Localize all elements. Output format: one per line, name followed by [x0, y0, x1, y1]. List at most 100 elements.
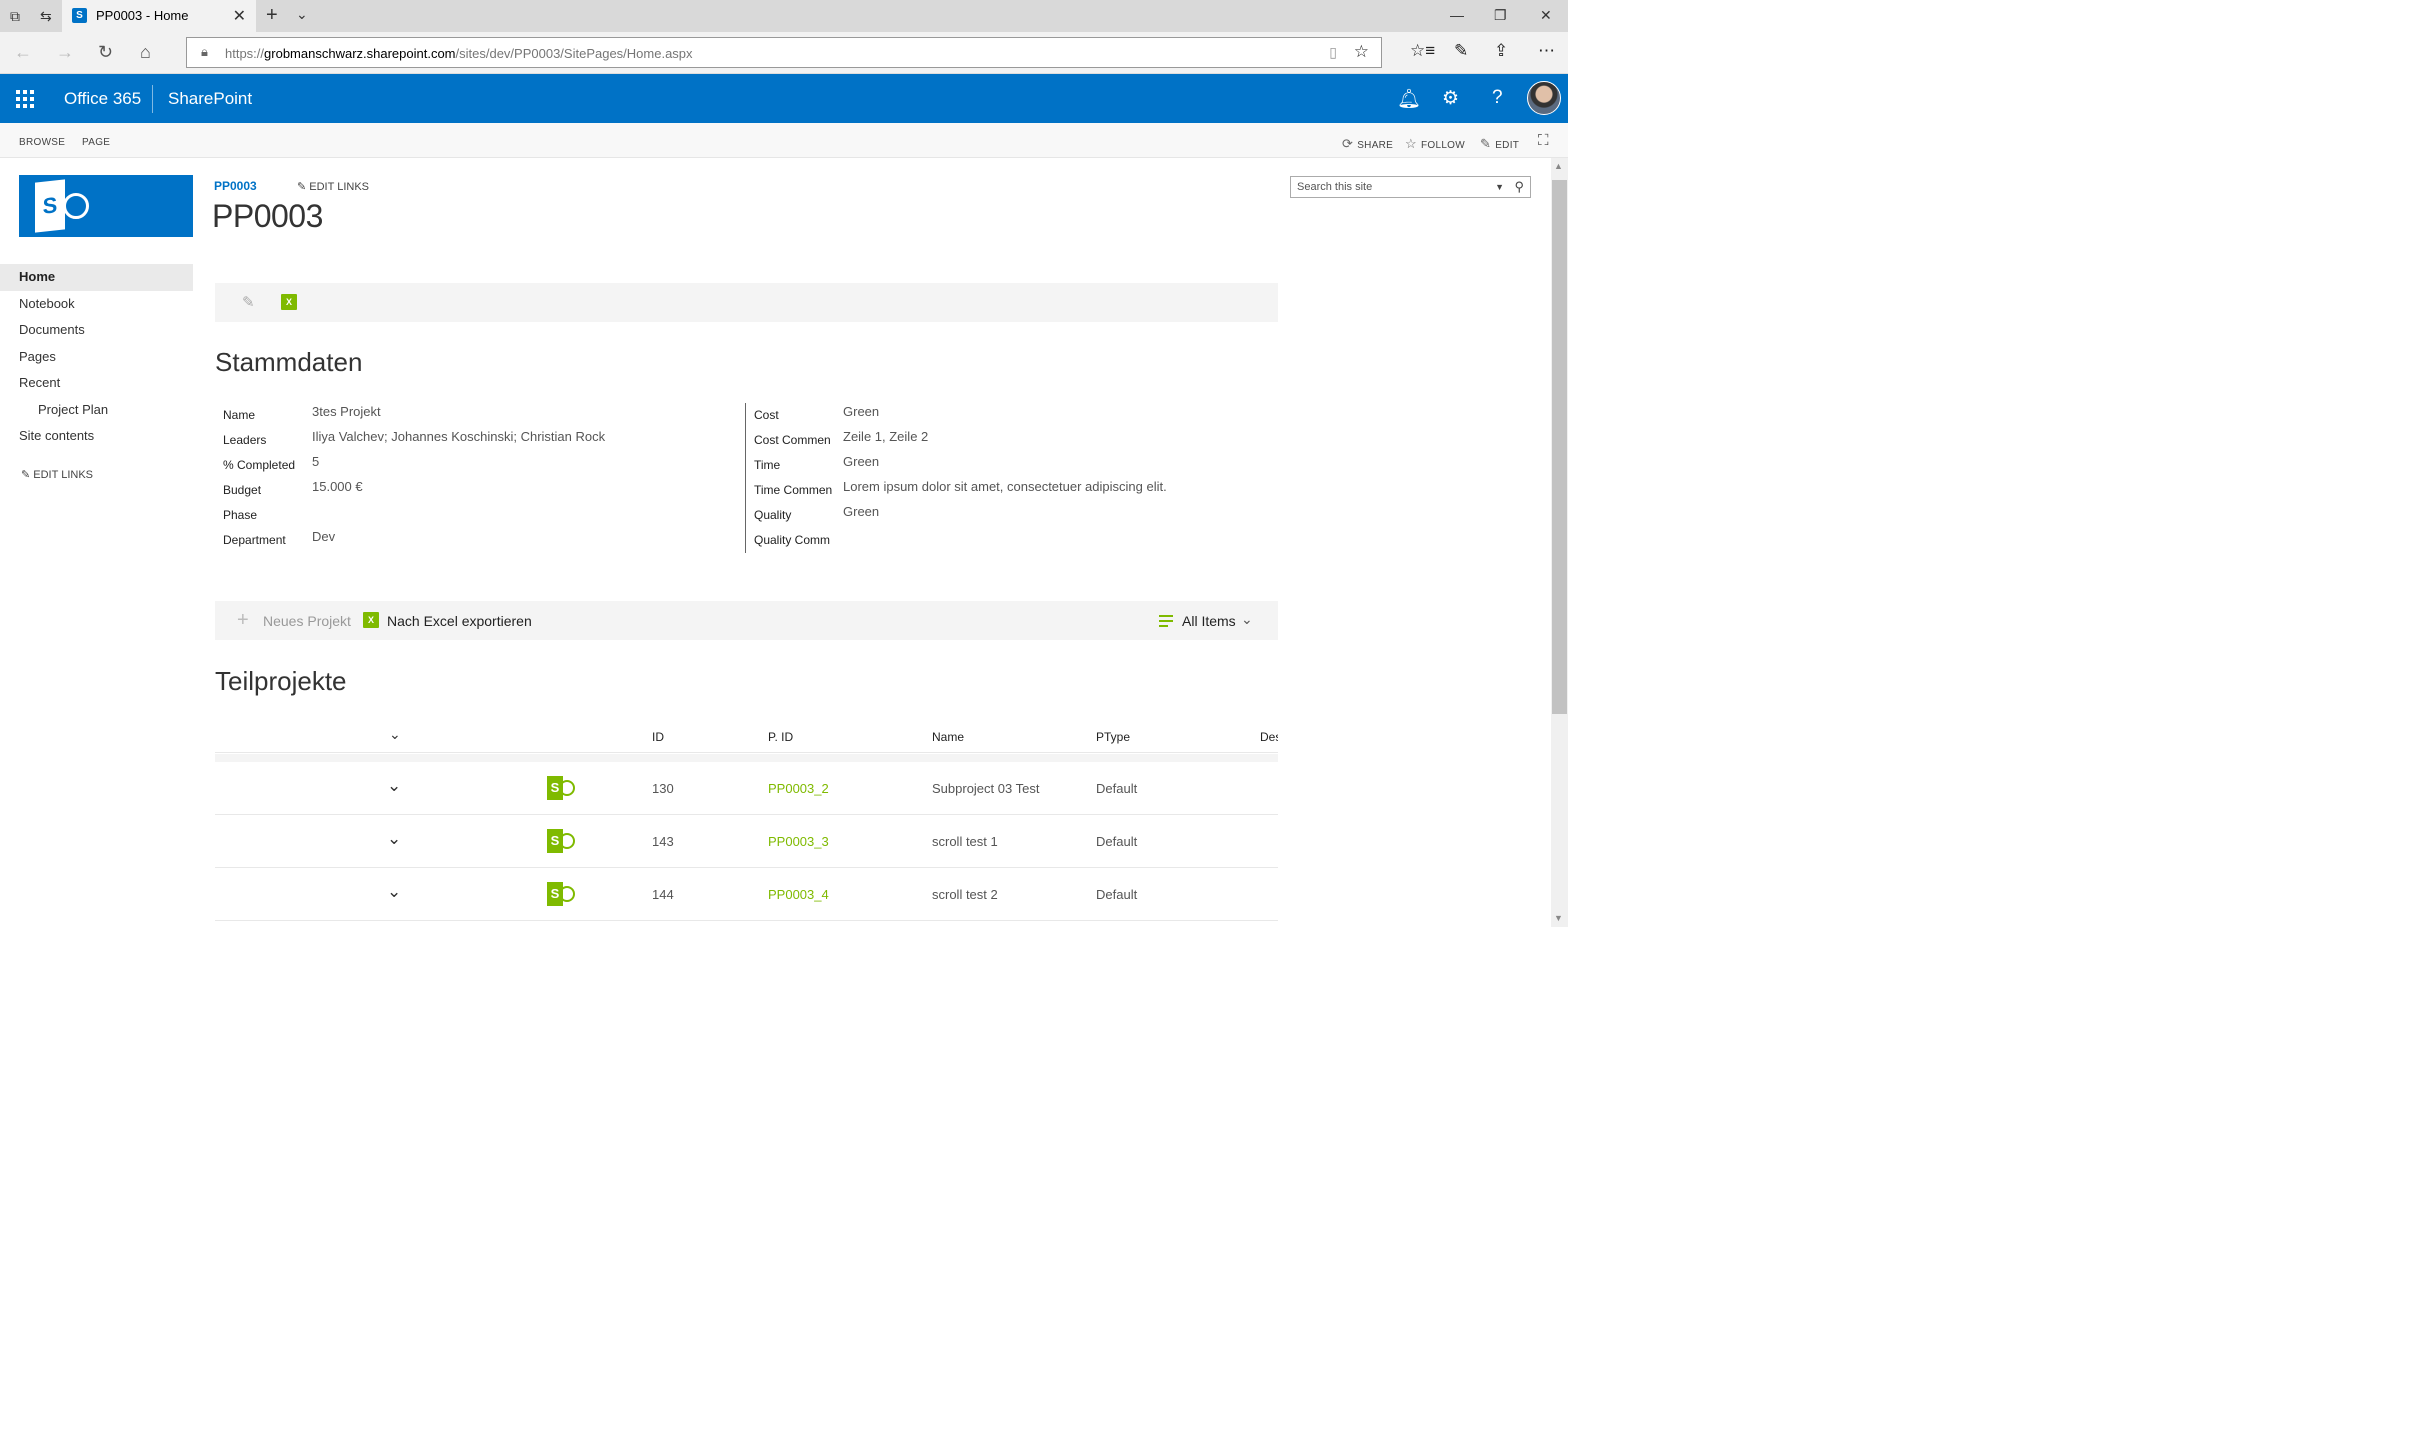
teilprojekte-heading: Teilprojekte — [215, 666, 347, 696]
table-row[interactable]: ⌄ S 130 PP0003_2 Subproject 03 Test Defa… — [215, 762, 1278, 815]
add-icon[interactable]: + — [237, 609, 249, 632]
expand-row-chevron-icon[interactable]: ⌄ — [387, 776, 401, 796]
column-header-id[interactable]: ID — [652, 730, 664, 744]
column-divider — [745, 403, 746, 553]
view-selector[interactable]: All Items — [1182, 613, 1236, 629]
favorite-star-icon[interactable]: ☆ — [1354, 42, 1369, 62]
nav-item-pages[interactable]: Pages — [0, 344, 193, 371]
field-value: Green — [843, 404, 880, 419]
office365-brand[interactable]: Office 365 — [64, 89, 141, 109]
new-tab-icon[interactable]: + — [266, 4, 278, 27]
column-header-pid[interactable]: P. ID — [768, 730, 793, 744]
field-value: Zeile 1, Zeile 2 — [843, 429, 929, 444]
suite-separator — [152, 85, 153, 113]
restore-icon[interactable]: ❐ — [1494, 7, 1507, 24]
share-page-icon[interactable]: ⇪ — [1494, 41, 1508, 61]
cell-name: Subproject 03 Test — [932, 781, 1040, 796]
search-box[interactable]: Search this site ▼ ⚲ — [1290, 176, 1531, 198]
browser-tab[interactable]: S PP0003 - Home ✕ — [62, 0, 256, 32]
tab-preview-icon[interactable]: ⇆ — [40, 8, 56, 24]
field-value: 15.000 € — [312, 479, 363, 494]
expand-row-chevron-icon[interactable]: ⌄ — [387, 829, 401, 849]
favorites-hub-icon[interactable]: ☆≡ — [1410, 41, 1435, 61]
more-icon[interactable]: ⋯ — [1538, 41, 1555, 61]
close-window-icon[interactable]: ✕ — [1540, 7, 1552, 24]
minimize-icon[interactable]: — — [1450, 7, 1464, 23]
expand-row-chevron-icon[interactable]: ⌄ — [387, 882, 401, 902]
table-row[interactable]: ⌄ S 144 PP0003_4 scroll test 2 Default — [215, 868, 1278, 921]
notifications-bell-icon[interactable]: 🔔︎ — [1397, 87, 1421, 111]
chevron-down-icon[interactable]: ⌄ — [1241, 611, 1253, 628]
home-icon[interactable]: ⌂ — [140, 42, 151, 63]
nav-item-notebook[interactable]: Notebook — [0, 291, 193, 318]
follow-button[interactable]: ☆ FOLLOW — [1405, 136, 1465, 152]
cell-id: 144 — [652, 887, 674, 902]
column-header-ptype[interactable]: PType — [1096, 730, 1130, 744]
field-value: 3tes Projekt — [312, 404, 381, 419]
search-scope-dropdown-icon[interactable]: ▼ — [1495, 182, 1504, 192]
address-bar[interactable]: 🔒︎ https://grobmanschwarz.sharepoint.com… — [186, 37, 1382, 68]
settings-gear-icon[interactable]: ⚙ — [1442, 87, 1459, 110]
field-label: Cost — [754, 408, 779, 422]
cell-id: 130 — [652, 781, 674, 796]
field-label: Time Commen — [754, 483, 833, 497]
export-excel-button[interactable]: Nach Excel exportieren — [387, 613, 532, 629]
list-toolbar: + Neues Projekt X Nach Excel exportieren… — [215, 601, 1278, 640]
top-edit-links[interactable]: ✎ EDIT LINKS — [297, 180, 369, 193]
field-value: Green — [843, 454, 880, 469]
site-logo[interactable]: S — [19, 175, 193, 237]
tab-page[interactable]: PAGE — [82, 137, 110, 148]
forward-icon[interactable]: → — [56, 42, 74, 63]
refresh-icon[interactable]: ↻ — [98, 42, 113, 63]
column-header-name[interactable]: Name — [932, 730, 964, 744]
tab-browse[interactable]: BROWSE — [19, 137, 65, 148]
tab-set-aside-icon[interactable]: ⧉ — [10, 8, 26, 24]
edit-button[interactable]: ✎ EDIT — [1480, 136, 1519, 152]
page-title: PP0003 — [212, 198, 323, 234]
search-icon[interactable]: ⚲ — [1514, 179, 1524, 195]
column-header-description[interactable]: Des — [1260, 730, 1278, 744]
cell-pid-link[interactable]: PP0003_4 — [768, 887, 829, 902]
sharepoint-app-link[interactable]: SharePoint — [168, 89, 252, 109]
nav-item-recent[interactable]: Recent — [0, 370, 193, 397]
table-row[interactable]: ⌄ S 143 PP0003_3 scroll test 1 Default — [215, 815, 1278, 868]
excel-icon: X — [363, 612, 379, 628]
nav-edit-links[interactable]: ✎ EDIT LINKS — [21, 468, 93, 481]
new-project-button[interactable]: Neues Projekt — [263, 613, 351, 629]
share-button[interactable]: ⟳ SHARE — [1342, 136, 1393, 152]
field-value: Lorem ipsum dolor sit amet, consectetuer… — [843, 479, 1167, 494]
pencil-icon: ✎ — [21, 469, 31, 481]
tab-list-chevron-icon[interactable]: ⌄ — [296, 6, 308, 23]
close-tab-icon[interactable]: ✕ — [233, 6, 246, 26]
field-value: Dev — [312, 529, 336, 544]
reading-view-icon[interactable]: ▯ — [1329, 44, 1337, 61]
breadcrumb[interactable]: PP0003 — [214, 179, 257, 193]
cell-pid-link[interactable]: PP0003_3 — [768, 834, 829, 849]
field-label: Leaders — [223, 433, 267, 447]
nav-item-documents[interactable]: Documents — [0, 317, 193, 344]
cell-pid-link[interactable]: PP0003_2 — [768, 781, 829, 796]
nav-item-home[interactable]: Home — [0, 264, 193, 291]
scrollbar-thumb[interactable] — [1552, 180, 1567, 714]
edit-item-icon[interactable]: ✎ — [242, 293, 255, 311]
help-icon[interactable]: ? — [1492, 87, 1503, 109]
edit-pencil-icon: ✎ — [1480, 136, 1492, 151]
nav-item-project-plan[interactable]: Project Plan — [0, 397, 193, 424]
lock-icon: 🔒︎ — [201, 44, 208, 59]
page-scrollbar[interactable]: ▲ ▼ — [1551, 158, 1568, 927]
app-launcher-icon[interactable] — [16, 90, 34, 108]
search-placeholder: Search this site — [1297, 181, 1373, 193]
expand-all-chevron-icon[interactable]: ⌄ — [389, 726, 401, 743]
follow-star-icon: ☆ — [1405, 136, 1417, 151]
field-value: 5 — [312, 454, 320, 469]
nav-item-site-contents[interactable]: Site contents — [0, 423, 193, 450]
table-header: ⌄ ID P. ID Name PType Des — [215, 720, 1278, 753]
scroll-up-icon[interactable]: ▲ — [1554, 161, 1563, 171]
user-avatar[interactable] — [1527, 81, 1561, 115]
focus-mode-icon[interactable]: ⛶ — [1538, 132, 1549, 149]
back-icon[interactable]: ← — [14, 42, 32, 63]
scroll-down-icon[interactable]: ▼ — [1554, 913, 1563, 923]
excel-icon[interactable]: X — [281, 294, 297, 310]
web-note-icon[interactable]: ✎ — [1454, 41, 1468, 61]
sharepoint-site-icon: S — [547, 827, 577, 855]
